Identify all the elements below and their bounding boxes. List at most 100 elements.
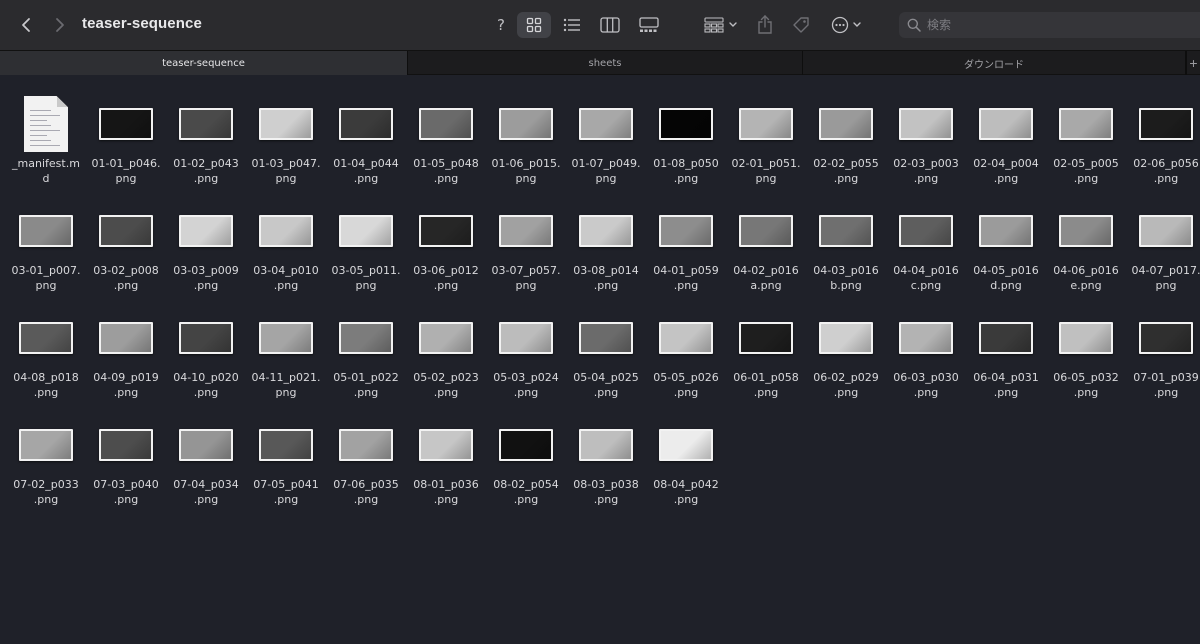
file-item[interactable]: 02-05_p005 .png	[1046, 92, 1126, 199]
file-item[interactable]: _manifest.m d	[6, 92, 86, 199]
file-icon-wrapper	[6, 306, 86, 370]
image-thumbnail	[1139, 108, 1193, 140]
file-item[interactable]: 03-04_p010 .png	[246, 199, 326, 306]
image-thumbnail	[99, 215, 153, 247]
file-item[interactable]: 06-05_p032 .png	[1046, 306, 1126, 413]
file-name: 02-02_p055 .png	[813, 157, 879, 185]
file-name: 01-02_p043 .png	[173, 157, 239, 185]
gallery-view-icon	[639, 17, 659, 32]
file-item[interactable]: 05-05_p026 .png	[646, 306, 726, 413]
file-item[interactable]: 04-09_p019 .png	[86, 306, 166, 413]
image-thumbnail	[739, 322, 793, 354]
file-item[interactable]: 01-04_p044 .png	[326, 92, 406, 199]
file-item[interactable]: 02-06_p056 .png	[1126, 92, 1200, 199]
image-thumbnail	[659, 322, 713, 354]
share-button[interactable]	[755, 12, 775, 38]
file-icon-wrapper	[406, 413, 486, 477]
file-item[interactable]: 01-03_p047. png	[246, 92, 326, 199]
tab-teaser-sequence[interactable]: teaser-sequence	[0, 51, 408, 75]
file-item[interactable]: 03-05_p011. png	[326, 199, 406, 306]
file-item[interactable]: 02-02_p055 .png	[806, 92, 886, 199]
file-item[interactable]: 07-06_p035 .png	[326, 413, 406, 520]
file-item[interactable]: 08-03_p038 .png	[566, 413, 646, 520]
file-item[interactable]: 06-01_p058 .png	[726, 306, 806, 413]
icon-view-button[interactable]	[517, 12, 551, 38]
file-item[interactable]: 03-07_p057. png	[486, 199, 566, 306]
file-icon-wrapper	[1046, 92, 1126, 156]
file-item[interactable]: 07-05_p041 .png	[246, 413, 326, 520]
add-tab-button[interactable]: +	[1186, 51, 1200, 75]
file-item[interactable]: 02-04_p004 .png	[966, 92, 1046, 199]
file-item[interactable]: 08-02_p054 .png	[486, 413, 566, 520]
file-item[interactable]: 07-02_p033 .png	[6, 413, 86, 520]
file-item[interactable]: 04-10_p020 .png	[166, 306, 246, 413]
file-icon-wrapper	[566, 92, 646, 156]
file-item[interactable]: 01-08_p050 .png	[646, 92, 726, 199]
file-icon-wrapper	[1126, 306, 1200, 370]
file-item[interactable]: 07-04_p034 .png	[166, 413, 246, 520]
file-item[interactable]: 03-06_p012 .png	[406, 199, 486, 306]
file-item[interactable]: 06-02_p029 .png	[806, 306, 886, 413]
file-item[interactable]: 04-06_p016 e.png	[1046, 199, 1126, 306]
file-item[interactable]: 01-05_p048 .png	[406, 92, 486, 199]
file-item[interactable]: 04-04_p016 c.png	[886, 199, 966, 306]
file-name: 03-07_p057. png	[491, 264, 561, 292]
file-item[interactable]: 04-01_p059 .png	[646, 199, 726, 306]
forward-button[interactable]	[48, 12, 72, 38]
file-name: 01-03_p047. png	[251, 157, 321, 185]
file-item[interactable]: 05-04_p025 .png	[566, 306, 646, 413]
file-item[interactable]: 02-01_p051. png	[726, 92, 806, 199]
search-field[interactable]	[899, 12, 1200, 38]
file-item[interactable]: 04-05_p016 d.png	[966, 199, 1046, 306]
more-actions-button[interactable]	[830, 12, 864, 38]
file-item[interactable]: 04-08_p018 .png	[6, 306, 86, 413]
document-icon	[24, 96, 68, 152]
file-item[interactable]: 04-07_p017. png	[1126, 199, 1200, 306]
image-thumbnail	[339, 429, 393, 461]
file-name: 08-03_p038 .png	[573, 478, 639, 506]
tab-sheets[interactable]: sheets	[408, 51, 803, 75]
file-item[interactable]: 06-03_p030 .png	[886, 306, 966, 413]
file-item[interactable]: 05-01_p022 .png	[326, 306, 406, 413]
file-item[interactable]: 04-11_p021. png	[246, 306, 326, 413]
file-icon-wrapper	[486, 92, 566, 156]
file-name: 01-08_p050 .png	[653, 157, 719, 185]
file-item[interactable]: 03-08_p014 .png	[566, 199, 646, 306]
file-item[interactable]: 04-03_p016 b.png	[806, 199, 886, 306]
file-item[interactable]: 01-06_p015. png	[486, 92, 566, 199]
file-item[interactable]: 01-01_p046. png	[86, 92, 166, 199]
file-item[interactable]: 07-03_p040 .png	[86, 413, 166, 520]
file-name: _manifest.m d	[12, 157, 80, 185]
file-item[interactable]: 08-04_p042 .png	[646, 413, 726, 520]
back-button[interactable]	[14, 12, 38, 38]
help-button[interactable]: ?	[490, 12, 512, 38]
gallery-view-button[interactable]	[636, 12, 662, 38]
file-item[interactable]: 06-04_p031 .png	[966, 306, 1046, 413]
file-name: 04-01_p059 .png	[653, 264, 719, 292]
file-item[interactable]: 07-01_p039 .png	[1126, 306, 1200, 413]
image-thumbnail	[1139, 215, 1193, 247]
file-item[interactable]: 03-03_p009 .png	[166, 199, 246, 306]
search-input[interactable]	[927, 18, 1167, 32]
tab-downloads[interactable]: ダウンロード	[803, 51, 1186, 75]
file-item[interactable]: 05-02_p023 .png	[406, 306, 486, 413]
file-item[interactable]: 01-07_p049. png	[566, 92, 646, 199]
image-thumbnail	[259, 322, 313, 354]
column-view-button[interactable]	[597, 12, 623, 38]
file-item[interactable]: 03-01_p007. png	[6, 199, 86, 306]
group-by-button[interactable]	[702, 12, 740, 38]
file-item[interactable]: 03-02_p008 .png	[86, 199, 166, 306]
image-thumbnail	[339, 322, 393, 354]
list-view-button[interactable]	[560, 12, 584, 38]
image-thumbnail	[979, 215, 1033, 247]
file-icon-wrapper	[86, 306, 166, 370]
file-item[interactable]: 08-01_p036 .png	[406, 413, 486, 520]
file-item[interactable]: 04-02_p016 a.png	[726, 199, 806, 306]
file-icon-wrapper	[966, 92, 1046, 156]
file-item[interactable]: 01-02_p043 .png	[166, 92, 246, 199]
image-thumbnail	[579, 322, 633, 354]
file-item[interactable]: 02-03_p003 .png	[886, 92, 966, 199]
file-item[interactable]: 05-03_p024 .png	[486, 306, 566, 413]
tag-button[interactable]	[790, 12, 812, 38]
image-thumbnail	[339, 108, 393, 140]
